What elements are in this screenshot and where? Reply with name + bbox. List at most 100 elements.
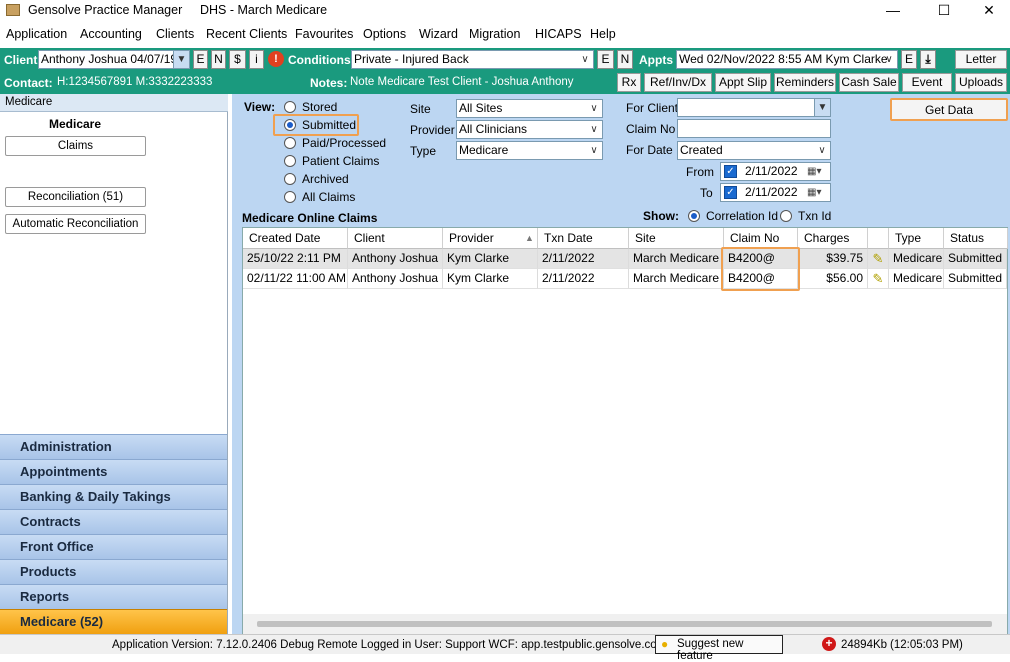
get-data-button[interactable]: Get Data <box>890 98 1008 121</box>
menu-application[interactable]: Application <box>6 27 67 41</box>
cell-charges[interactable]: $39.75 <box>798 249 868 269</box>
radio-paid-processed-label[interactable]: Paid/Processed <box>302 136 386 150</box>
minimize-button[interactable]: — <box>870 0 916 22</box>
nav-medicare[interactable]: Medicare (52) <box>0 609 227 634</box>
uploads-button[interactable]: Uploads <box>955 73 1007 92</box>
col-type[interactable]: Type <box>889 228 944 249</box>
chevron-down-icon[interactable]: ∨ <box>577 51 593 68</box>
cell-status[interactable]: Submitted <box>944 269 1007 289</box>
menu-help[interactable]: Help <box>590 27 616 41</box>
radio-patient-claims[interactable] <box>284 155 296 167</box>
radio-patient-claims-label[interactable]: Patient Claims <box>302 154 379 168</box>
claim-no-input[interactable] <box>677 119 831 138</box>
nav-contracts[interactable]: Contracts <box>0 509 227 534</box>
radio-txn-id[interactable] <box>780 210 792 222</box>
reconciliation-button[interactable]: Reconciliation (51) <box>5 187 146 207</box>
cell-type[interactable]: Medicare <box>889 249 944 269</box>
cell-charges[interactable]: $56.00 <box>798 269 868 289</box>
to-date-picker[interactable]: ✓ 2/11/2022 ▦▾ <box>720 183 831 202</box>
suggest-feature-button[interactable]: ● Suggest new feature <box>655 635 783 662</box>
cell-txn-date[interactable]: 2/11/2022 <box>538 249 629 269</box>
menu-accounting[interactable]: Accounting <box>80 27 142 41</box>
conditions-combo[interactable]: Private - Injured Back ∨ <box>351 50 594 69</box>
chevron-down-icon[interactable]: ∨ <box>586 100 602 117</box>
from-date-picker[interactable]: ✓ 2/11/2022 ▦▾ <box>720 162 831 181</box>
from-checkbox-icon[interactable]: ✓ <box>724 165 737 178</box>
appt-slip-button[interactable]: Appt Slip <box>715 73 771 92</box>
calendar-icon[interactable]: ▦▾ <box>807 163 821 180</box>
cell-site[interactable]: March Medicare <box>629 249 724 269</box>
col-provider[interactable]: Provider ▲ <box>443 228 538 249</box>
col-charges[interactable]: Charges <box>798 228 868 249</box>
provider-select[interactable]: All Clinicians ∨ <box>456 120 603 139</box>
col-txn-date[interactable]: Txn Date <box>538 228 629 249</box>
cell-created[interactable]: 25/10/22 2:11 PM <box>243 249 348 269</box>
cell-txn-date[interactable]: 2/11/2022 <box>538 269 629 289</box>
cash-sale-button[interactable]: Cash Sale <box>839 73 899 92</box>
ref-inv-dx-button[interactable]: Ref/Inv/Dx <box>644 73 712 92</box>
pencil-icon[interactable]: ✎ <box>868 249 889 269</box>
condition-new-button[interactable]: N <box>617 50 633 69</box>
nav-front-office[interactable]: Front Office <box>0 534 227 559</box>
chevron-down-icon[interactable]: ∨ <box>881 51 897 68</box>
radio-archived[interactable] <box>284 173 296 185</box>
maximize-button[interactable]: ☐ <box>921 0 967 22</box>
appt-edit-button[interactable]: E <box>901 50 917 69</box>
close-button[interactable]: ✕ <box>966 0 1010 22</box>
radio-txn-id-label[interactable]: Txn Id <box>798 209 831 223</box>
event-button[interactable]: Event <box>902 73 952 92</box>
client-account-button[interactable]: $ <box>229 50 246 69</box>
cell-created[interactable]: 02/11/22 11:00 AM <box>243 269 348 289</box>
menu-migration[interactable]: Migration <box>469 27 520 41</box>
client-edit-button[interactable]: E <box>193 50 208 69</box>
cell-status[interactable]: Submitted <box>944 249 1007 269</box>
radio-submitted-label[interactable]: Submitted <box>302 118 356 132</box>
reminders-button[interactable]: Reminders <box>774 73 836 92</box>
cell-provider[interactable]: Kym Clarke <box>443 249 538 269</box>
client-combo[interactable]: Anthony Joshua 04/07/197 ▼ <box>38 50 190 69</box>
nav-reports[interactable]: Reports <box>0 584 227 609</box>
site-select[interactable]: All Sites ∨ <box>456 99 603 118</box>
scrollbar-thumb[interactable] <box>257 621 992 627</box>
calendar-icon[interactable]: ▦▾ <box>807 184 821 201</box>
menu-clients[interactable]: Clients <box>156 27 194 41</box>
col-site[interactable]: Site <box>629 228 724 249</box>
col-status[interactable]: Status <box>944 228 1008 249</box>
for-date-select[interactable]: Created ∨ <box>677 141 831 160</box>
radio-stored[interactable] <box>284 101 296 113</box>
menu-recent-clients[interactable]: Recent Clients <box>206 27 287 41</box>
cell-site[interactable]: March Medicare <box>629 269 724 289</box>
radio-stored-label[interactable]: Stored <box>302 100 337 114</box>
radio-all-claims[interactable] <box>284 191 296 203</box>
nav-products[interactable]: Products <box>0 559 227 584</box>
letter-button[interactable]: Letter <box>955 50 1007 69</box>
menu-hicaps[interactable]: HICAPS <box>535 27 582 41</box>
radio-paid-processed[interactable] <box>284 137 296 149</box>
col-created-date[interactable]: Created Date <box>243 228 348 249</box>
radio-all-claims-label[interactable]: All Claims <box>302 190 355 204</box>
menu-options[interactable]: Options <box>363 27 406 41</box>
rx-button[interactable]: Rx <box>617 73 641 92</box>
cell-type[interactable]: Medicare <box>889 269 944 289</box>
chevron-down-icon[interactable]: ∨ <box>814 142 830 159</box>
nav-administration[interactable]: Administration <box>0 434 227 459</box>
radio-archived-label[interactable]: Archived <box>302 172 349 186</box>
client-info-button[interactable]: i <box>249 50 264 69</box>
col-edit[interactable] <box>868 228 889 249</box>
col-client[interactable]: Client <box>348 228 443 249</box>
type-select[interactable]: Medicare ∨ <box>456 141 603 160</box>
chevron-down-icon[interactable]: ∨ <box>586 142 602 159</box>
nav-appointments[interactable]: Appointments <box>0 459 227 484</box>
condition-edit-button[interactable]: E <box>597 50 614 69</box>
client-notes-button[interactable]: N <box>211 50 226 69</box>
nav-banking[interactable]: Banking & Daily Takings <box>0 484 227 509</box>
radio-correlation-id-label[interactable]: Correlation Id <box>706 209 778 223</box>
chevron-down-icon[interactable]: ▼ <box>814 99 830 116</box>
cell-client[interactable]: Anthony Joshua <box>348 249 443 269</box>
appts-combo[interactable]: Wed 02/Nov/2022 8:55 AM Kym Clarke ∨ <box>676 50 898 69</box>
menu-wizard[interactable]: Wizard <box>419 27 458 41</box>
alert-icon[interactable]: ! <box>268 51 284 67</box>
chevron-down-icon[interactable]: ▼ <box>173 51 189 68</box>
cell-client[interactable]: Anthony Joshua <box>348 269 443 289</box>
radio-correlation-id[interactable] <box>688 210 700 222</box>
